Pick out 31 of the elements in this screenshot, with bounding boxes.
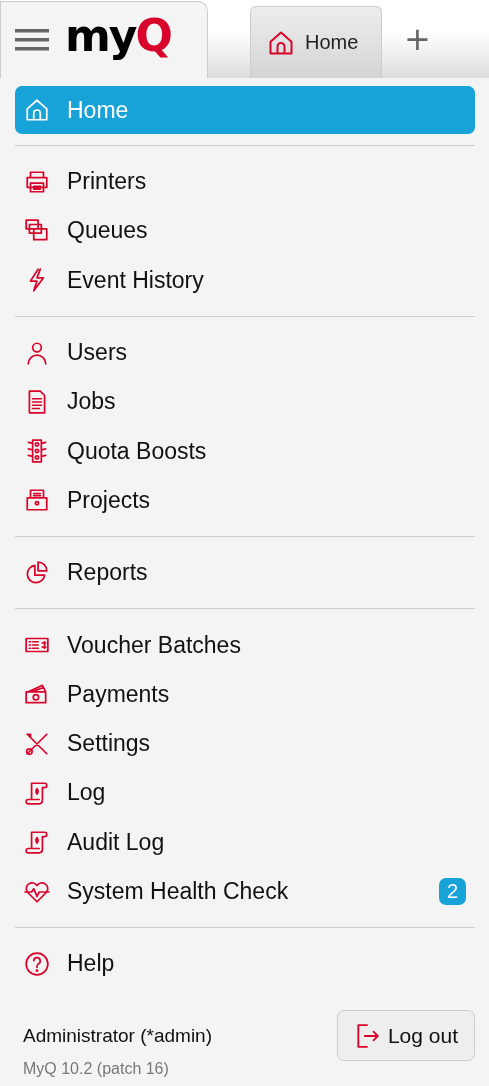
menu-item[interactable]: Audit Log — [15, 817, 475, 867]
menu-item[interactable]: Projects — [15, 475, 475, 526]
count-badge: 2 — [438, 878, 466, 905]
printer-icon — [24, 168, 50, 195]
logout-button[interactable]: Log out — [336, 1010, 475, 1062]
logo: myQ — [65, 14, 171, 58]
menu-item[interactable]: Users — [15, 327, 475, 378]
menu-item[interactable]: Help — [15, 939, 475, 989]
menu-item[interactable]: Settings — [15, 718, 475, 769]
help-icon — [24, 950, 50, 977]
scroll-icon — [24, 779, 50, 806]
new-tab-button[interactable]: + — [398, 20, 437, 58]
menu-item[interactable]: Reports — [15, 548, 475, 598]
project-icon — [24, 487, 50, 514]
scroll-icon — [24, 829, 50, 856]
menu-item[interactable]: Queues — [15, 206, 475, 256]
menu-item[interactable]: Voucher Batches — [15, 620, 475, 670]
queues-icon — [24, 217, 50, 244]
menu-icon[interactable] — [15, 27, 49, 53]
menu-item[interactable]: Log — [15, 768, 475, 818]
menu-item[interactable]: Payments — [15, 669, 475, 719]
menu-item[interactable]: Quota Boosts — [15, 426, 475, 476]
user-name: Administrator (*admin) — [23, 1025, 212, 1048]
pie-icon — [24, 559, 50, 586]
home-icon — [24, 97, 50, 123]
menu-item[interactable]: Event History — [15, 255, 475, 305]
menu-item[interactable]: Printers — [15, 157, 475, 207]
menu-item[interactable]: System Health Check 2 — [15, 866, 475, 917]
version-text: MyQ 10.2 (patch 16) — [23, 1060, 170, 1079]
home-tab[interactable]: Home — [250, 6, 382, 78]
menu-item[interactable]: Jobs — [15, 377, 475, 427]
